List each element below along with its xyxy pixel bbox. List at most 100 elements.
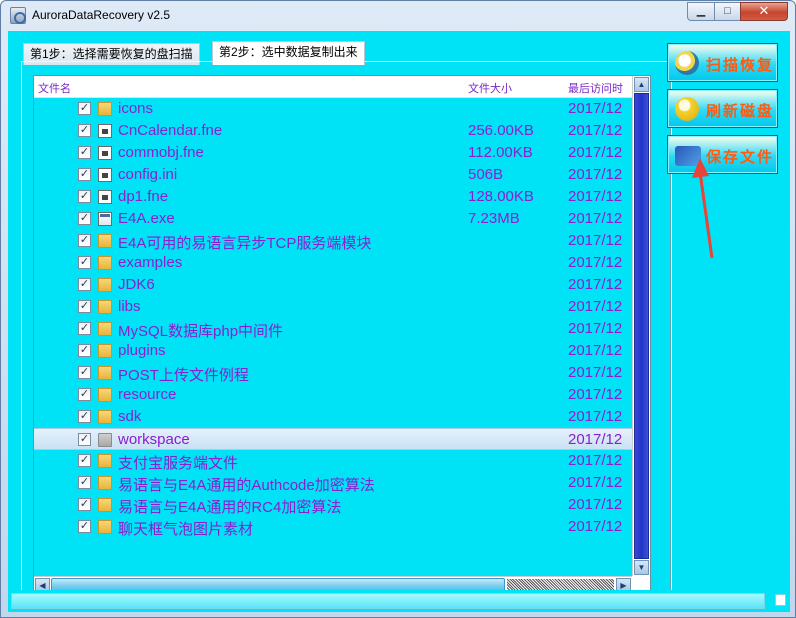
row-name: 聊天框气泡图片素材 xyxy=(118,521,254,538)
tab-panel: 文件名 文件大小 最后访问时 ✓ icons 2017/12 ✓ CnCalendar.… xyxy=(21,61,672,609)
file-icon xyxy=(98,190,112,204)
list-row[interactable]: ✓ POST上传文件例程 2017/12 xyxy=(34,362,632,384)
row-date: 2017/12 xyxy=(568,320,623,337)
list-row[interactable]: ✓ MySQL数据库php中间件 2017/12 xyxy=(34,318,632,340)
list-row[interactable]: ✓ 聊天框气泡图片素材 2017/12 xyxy=(34,516,632,538)
list-row[interactable]: ✓ CnCalendar.fne 256.00KB 2017/12 xyxy=(34,120,632,142)
list-row[interactable]: ✓ 支付宝服务端文件 2017/12 xyxy=(34,450,632,472)
row-name: examples xyxy=(118,254,183,271)
row-checkbox[interactable]: ✓ xyxy=(78,454,91,467)
vertical-scroll-thumb[interactable] xyxy=(634,93,649,559)
maximize-button[interactable]: □ xyxy=(714,2,741,21)
magnifier-icon xyxy=(675,51,699,75)
app-window: AuroraDataRecovery v2.5 ▁ □ ✕ 第1步：选择需要恢复… xyxy=(0,0,796,618)
list-row[interactable]: ✓ workspace 2017/12 xyxy=(34,428,632,450)
folder-icon xyxy=(98,476,112,490)
row-date: 2017/12 xyxy=(568,298,623,315)
row-checkbox[interactable]: ✓ xyxy=(78,256,91,269)
save-file-button[interactable]: 保存文件 xyxy=(667,135,778,174)
row-date: 2017/12 xyxy=(568,518,623,535)
list-row[interactable]: ✓ libs 2017/12 xyxy=(34,296,632,318)
scroll-up-button[interactable]: ▲ xyxy=(634,77,649,92)
row-date: 2017/12 xyxy=(568,408,623,425)
window-title: AuroraDataRecovery v2.5 xyxy=(32,8,171,22)
list-row[interactable]: ✓ JDK6 2017/12 xyxy=(34,274,632,296)
row-checkbox[interactable]: ✓ xyxy=(78,190,91,203)
client-area: 第1步：选择需要恢复的盘扫描 第2步：选中数据复制出来 文件名 文件大小 最后访… xyxy=(8,31,790,612)
list-row[interactable]: ✓ E4A.exe 7.23MB 2017/12 xyxy=(34,208,632,230)
row-date: 2017/12 xyxy=(568,276,623,293)
scan-recover-button[interactable]: 扫描恢复 xyxy=(667,43,778,82)
row-checkbox[interactable]: ✓ xyxy=(78,476,91,489)
folder-icon xyxy=(98,410,112,424)
row-checkbox[interactable]: ✓ xyxy=(78,322,91,335)
row-checkbox[interactable]: ✓ xyxy=(78,234,91,247)
list-row[interactable]: ✓ 易语言与E4A通用的Authcode加密算法 2017/12 xyxy=(34,472,632,494)
row-checkbox[interactable]: ✓ xyxy=(78,300,91,313)
refresh-disk-button[interactable]: 刷新磁盘 xyxy=(667,89,778,128)
row-date: 2017/12 xyxy=(568,232,623,249)
row-date: 2017/12 xyxy=(568,342,623,359)
row-checkbox[interactable]: ✓ xyxy=(78,433,91,446)
list-row[interactable]: ✓ plugins 2017/12 xyxy=(34,340,632,362)
row-date: 2017/12 xyxy=(568,474,623,491)
row-date: 2017/12 xyxy=(568,188,623,205)
file-icon xyxy=(98,146,112,160)
row-size: 112.00KB xyxy=(468,144,533,161)
scroll-down-button[interactable]: ▼ xyxy=(634,560,649,575)
row-size: 128.00KB xyxy=(468,188,534,205)
column-header-date[interactable]: 最后访问时 xyxy=(568,80,623,96)
list-row[interactable]: ✓ sdk 2017/12 xyxy=(34,406,632,428)
close-button[interactable]: ✕ xyxy=(740,2,788,21)
list-row[interactable]: ✓ E4A可用的易语言异步TCP服务端模块 2017/12 xyxy=(34,230,632,252)
row-checkbox[interactable]: ✓ xyxy=(78,124,91,137)
minimize-button[interactable]: ▁ xyxy=(687,2,715,21)
row-name: libs xyxy=(118,298,141,315)
row-checkbox[interactable]: ✓ xyxy=(78,344,91,357)
row-name: 易语言与E4A通用的Authcode加密算法 xyxy=(118,477,375,494)
folder-icon xyxy=(98,322,112,336)
list-row[interactable]: ✓ dp1.fne 128.00KB 2017/12 xyxy=(34,186,632,208)
row-name: dp1.fne xyxy=(118,188,169,205)
list-row[interactable]: ✓ icons 2017/12 xyxy=(34,98,632,120)
list-header: 文件名 文件大小 最后访问时 xyxy=(34,76,632,98)
row-checkbox[interactable]: ✓ xyxy=(78,168,91,181)
row-checkbox[interactable]: ✓ xyxy=(78,498,91,511)
exe-icon xyxy=(98,212,112,226)
row-name: icons xyxy=(118,100,154,117)
title-bar[interactable]: AuroraDataRecovery v2.5 ▁ □ ✕ xyxy=(1,1,795,31)
row-date: 2017/12 xyxy=(568,254,623,271)
folder-icon xyxy=(98,102,112,116)
row-checkbox[interactable]: ✓ xyxy=(78,278,91,291)
list-row[interactable]: ✓ 易语言与E4A通用的RC4加密算法 2017/12 xyxy=(34,494,632,516)
column-header-size[interactable]: 文件大小 xyxy=(468,80,512,96)
row-checkbox[interactable]: ✓ xyxy=(78,366,91,379)
column-header-name[interactable]: 文件名 xyxy=(38,80,71,96)
folder-icon xyxy=(98,433,112,447)
resize-grip[interactable] xyxy=(775,594,786,606)
app-icon xyxy=(10,7,26,24)
row-name: plugins xyxy=(118,342,166,359)
list-row[interactable]: ✓ examples 2017/12 xyxy=(34,252,632,274)
folder-icon xyxy=(98,234,112,248)
list-row[interactable]: ✓ resource 2017/12 xyxy=(34,384,632,406)
row-date: 2017/12 xyxy=(568,496,623,513)
row-checkbox[interactable]: ✓ xyxy=(78,146,91,159)
save-file-label: 保存文件 xyxy=(706,149,775,166)
list-row[interactable]: ✓ config.ini 506B 2017/12 xyxy=(34,164,632,186)
row-name: E4A.exe xyxy=(118,210,175,227)
row-checkbox[interactable]: ✓ xyxy=(78,212,91,225)
folder-icon xyxy=(98,520,112,534)
status-bar xyxy=(8,590,790,611)
folder-icon xyxy=(98,388,112,402)
list-row[interactable]: ✓ commobj.fne 112.00KB 2017/12 xyxy=(34,142,632,164)
row-checkbox[interactable]: ✓ xyxy=(78,410,91,423)
row-checkbox[interactable]: ✓ xyxy=(78,102,91,115)
vertical-scrollbar[interactable]: ▲ ▼ xyxy=(632,76,650,576)
file-list: 文件名 文件大小 最后访问时 ✓ icons 2017/12 ✓ CnCalendar.… xyxy=(33,75,651,594)
row-checkbox[interactable]: ✓ xyxy=(78,388,91,401)
row-checkbox[interactable]: ✓ xyxy=(78,520,91,533)
folder-icon xyxy=(98,278,112,292)
row-name: resource xyxy=(118,386,177,403)
tab-step2[interactable]: 第2步：选中数据复制出来 xyxy=(212,41,365,65)
